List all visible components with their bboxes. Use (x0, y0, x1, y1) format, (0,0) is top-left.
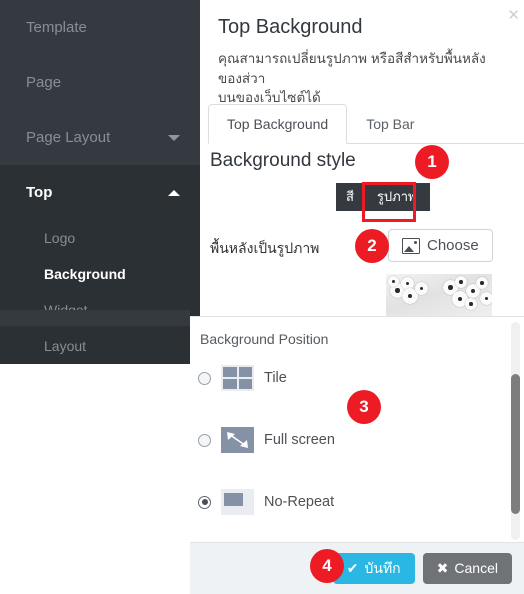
modal-footer: ✔ บันทึก ✖ Cancel (190, 542, 524, 594)
annotation-badge-4: 4 (310, 549, 344, 583)
tab-top-bar[interactable]: Top Bar (347, 104, 433, 144)
style-color-button[interactable]: สี (336, 183, 364, 212)
cancel-button-label: Cancel (454, 559, 498, 576)
tab-label: Top Bar (366, 116, 415, 132)
radio-button[interactable] (198, 433, 211, 447)
x-icon: ✖ (436, 559, 449, 576)
fullscreen-icon (221, 427, 254, 453)
section-title: Background style (210, 150, 356, 171)
tile-icon (221, 365, 254, 391)
sidebar-item-label: Page Layout (26, 129, 111, 146)
background-image-preview[interactable] (386, 274, 492, 317)
settings-modal: ✕ Top Background คุณสามารถเปลี่ยนรูปภาพ … (190, 0, 524, 594)
scrollbar-track[interactable] (511, 322, 520, 540)
choose-image-button[interactable]: Choose (388, 229, 493, 262)
norepeat-icon (221, 489, 254, 515)
tab-bar: Top Background Top Bar (208, 104, 524, 144)
option-label: Tile (264, 370, 287, 386)
radio-button[interactable] (198, 495, 211, 509)
modal-description: คุณสามารถเปลี่ยนรูปภาพ หรือสีสำหรับพื้นห… (218, 51, 486, 106)
option-label: No-Repeat (264, 494, 335, 510)
close-icon[interactable]: ✕ (507, 8, 520, 23)
scrollbar-thumb[interactable] (511, 374, 520, 514)
option-label: Full screen (264, 432, 335, 448)
sidebar-item-layout[interactable]: Layout (0, 328, 200, 364)
check-icon: ✔ (346, 559, 359, 576)
sidebar-item-logo[interactable]: Logo (0, 220, 200, 256)
style-color-label: สี (346, 189, 354, 204)
background-position-panel: Background Position Tile Full screen No-… (190, 316, 524, 542)
sidebar-footer-strip (0, 310, 190, 326)
annotation-badge-1: 1 (415, 145, 449, 179)
page-title: Top Background (218, 16, 363, 38)
choose-button-label: Choose (427, 237, 479, 254)
radio-option-full-screen[interactable]: Full screen (198, 427, 335, 453)
sidebar: Template Page Page Layout Top Logo Backg… (0, 0, 200, 364)
annotation-badge-2: 2 (355, 229, 389, 263)
tab-top-background[interactable]: Top Background (208, 104, 348, 144)
cancel-button[interactable]: ✖ Cancel (422, 552, 512, 585)
sidebar-subitem-label: Layout (44, 338, 87, 354)
sidebar-subitem-label: Logo (44, 230, 76, 246)
annotation-badge-3: 3 (347, 390, 381, 424)
radio-option-no-repeat[interactable]: No-Repeat (198, 489, 334, 515)
sidebar-subitem-label: Background (44, 266, 126, 282)
sidebar-item-background[interactable]: Background (0, 256, 200, 292)
radio-button[interactable] (198, 371, 211, 385)
radio-option-tile[interactable]: Tile (198, 365, 287, 391)
annotation-highlight-image-toggle (362, 182, 416, 222)
save-button[interactable]: ✔ บันทึก (332, 552, 415, 585)
sidebar-item-template[interactable]: Template (0, 0, 200, 55)
save-button-label: บันทึก (364, 559, 401, 576)
modal-header: Top Background คุณสามารถเปลี่ยนรูปภาพ หร… (200, 0, 524, 108)
sidebar-item-label: Top (26, 184, 53, 201)
sidebar-item-label: Page (26, 74, 62, 91)
chevron-down-icon (168, 134, 180, 141)
image-field-label: พื้นหลังเป็นรูปภาพ (210, 240, 320, 256)
sidebar-item-page-layout[interactable]: Page Layout (0, 110, 200, 165)
chevron-up-icon (168, 189, 180, 196)
sidebar-item-page[interactable]: Page (0, 55, 200, 110)
sidebar-item-top[interactable]: Top (0, 165, 200, 220)
image-icon (402, 237, 420, 254)
tab-label: Top Background (227, 116, 329, 132)
sidebar-item-label: Template (26, 19, 87, 36)
background-position-title: Background Position (200, 331, 329, 347)
